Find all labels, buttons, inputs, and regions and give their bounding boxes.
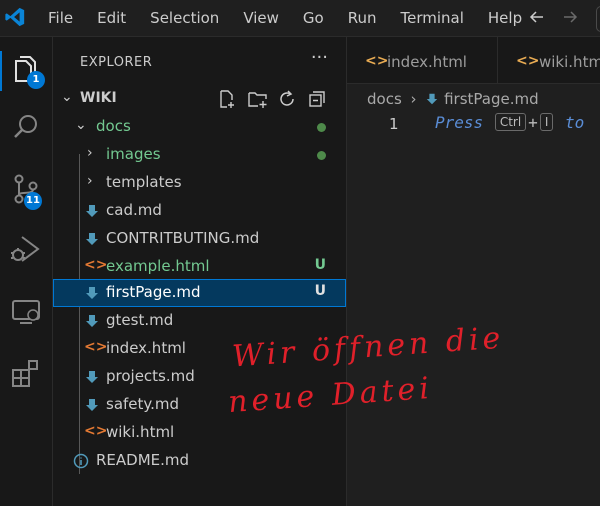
- menu-run[interactable]: Run: [336, 9, 389, 27]
- explorer-title: EXPLORER: [80, 55, 153, 70]
- tree-item-wiki-html[interactable]: <> wiki.html: [53, 419, 346, 447]
- tree-item-label: index.html: [106, 339, 186, 357]
- menu-edit[interactable]: Edit: [85, 9, 138, 27]
- new-folder-icon[interactable]: [247, 89, 269, 109]
- editor-area[interactable]: docs › firstPage.md 1 Press Ctrl + I to: [347, 84, 600, 506]
- tree-item-images[interactable]: › images: [53, 141, 346, 169]
- more-actions-icon[interactable]: ···: [311, 47, 328, 68]
- title-bar: File Edit Selection View Go Run Terminal…: [0, 0, 600, 37]
- extensions-icon[interactable]: [8, 355, 44, 391]
- menu-terminal[interactable]: Terminal: [389, 9, 476, 27]
- root-folder-label: WIKI: [80, 90, 117, 106]
- tree-item-gtest-md[interactable]: gtest.md: [53, 307, 346, 335]
- tab-label: index.html: [387, 53, 467, 71]
- tree-item-label: cad.md: [106, 201, 162, 219]
- line-number: 1: [389, 115, 399, 133]
- editor-tabs: <> index.html <> wiki.html: [347, 37, 600, 84]
- tree-item-contributing-md[interactable]: CONTRITBUTING.md: [53, 225, 346, 253]
- markdown-file-icon: [86, 233, 98, 245]
- back-arrow-icon[interactable]: [528, 8, 546, 26]
- tree-item-label: projects.md: [106, 367, 195, 385]
- explorer-badge: 1: [27, 71, 45, 89]
- markdown-file-icon: [86, 371, 98, 383]
- search-icon[interactable]: [8, 109, 44, 145]
- tree-item-label: templates: [106, 173, 182, 191]
- remote-explorer-icon[interactable]: [8, 293, 44, 329]
- tree-item-label: images: [106, 145, 161, 163]
- breadcrumb: docs › firstPage.md: [367, 90, 539, 108]
- html-file-icon: <>: [84, 339, 108, 355]
- tree-item-label: safety.md: [106, 395, 180, 413]
- markdown-file-icon: [86, 399, 98, 411]
- html-file-icon: <>: [516, 53, 540, 69]
- markdown-file-icon: [86, 205, 98, 217]
- chevron-right-icon: ›: [87, 173, 93, 189]
- menu-selection[interactable]: Selection: [138, 9, 231, 27]
- root-folder-row[interactable]: ⌄ WIKI: [53, 85, 346, 113]
- kbd-i: I: [539, 113, 554, 131]
- tree-item-cad-md[interactable]: cad.md: [53, 197, 346, 225]
- tree-item-templates[interactable]: › templates: [53, 169, 346, 197]
- markdown-file-icon: [427, 93, 438, 105]
- untracked-status: U: [314, 283, 326, 299]
- source-control-badge: 11: [24, 192, 42, 210]
- chevron-down-icon: ⌄: [75, 117, 87, 133]
- tree-item-label: firstPage.md: [106, 283, 201, 301]
- tree-item-example-html[interactable]: <> example.html U: [53, 253, 346, 281]
- tree-item-label: CONTRITBUTING.md: [106, 229, 260, 247]
- menu-file[interactable]: File: [36, 9, 85, 27]
- tree-item-firstpage-md[interactable]: firstPage.md U: [53, 279, 346, 307]
- tree-item-readme-md[interactable]: README.md: [53, 447, 346, 475]
- breadcrumb-folder[interactable]: docs: [367, 90, 402, 108]
- forward-arrow-icon[interactable]: [561, 8, 579, 26]
- new-file-icon[interactable]: [217, 89, 237, 109]
- refresh-icon[interactable]: [277, 89, 297, 109]
- chevron-right-icon: ›: [87, 145, 93, 161]
- tree-item-label: wiki.html: [106, 423, 175, 441]
- tree-item-docs[interactable]: ⌄ docs: [53, 113, 346, 141]
- tab-label: wiki.html: [539, 53, 600, 71]
- untracked-status: U: [314, 257, 326, 273]
- kbd-ctrl: Ctrl: [494, 113, 527, 131]
- tree-item-label: example.html: [106, 257, 210, 275]
- menu-bar: File Edit Selection View Go Run Terminal…: [36, 0, 534, 36]
- vscode-logo-icon[interactable]: [4, 6, 26, 28]
- search-box-edge[interactable]: [596, 6, 600, 32]
- tree-item-label: docs: [96, 117, 131, 135]
- modified-dot: [317, 123, 326, 132]
- tab-index-html[interactable]: <> index.html: [347, 37, 498, 83]
- kbd-plus: +: [528, 113, 538, 132]
- activity-bar: 1 11: [0, 37, 53, 506]
- modified-dot: [317, 151, 326, 160]
- markdown-file-icon: [86, 315, 98, 327]
- html-file-icon: <>: [365, 53, 389, 69]
- markdown-file-icon: [86, 287, 98, 299]
- explorer-panel: EXPLORER ··· ⌄ WIKI ⌄ docs › images › te…: [53, 37, 347, 506]
- tab-wiki-html[interactable]: <> wiki.html: [498, 37, 600, 83]
- menu-go[interactable]: Go: [291, 9, 336, 27]
- html-file-icon: <>: [84, 423, 108, 439]
- breadcrumb-file[interactable]: firstPage.md: [444, 90, 539, 108]
- chevron-down-icon: ⌄: [61, 89, 73, 105]
- html-file-icon: <>: [84, 257, 108, 273]
- collapse-all-icon[interactable]: [307, 89, 327, 109]
- breadcrumb-separator: ›: [410, 90, 417, 108]
- tree-item-label: gtest.md: [106, 311, 174, 329]
- hint-rest: to: [565, 113, 585, 132]
- active-indicator: [0, 51, 2, 91]
- editor-hint: Press Ctrl + I to: [435, 113, 584, 132]
- tree-item-label: README.md: [96, 451, 190, 469]
- info-icon: [73, 453, 89, 469]
- hint-word: Press: [435, 113, 484, 132]
- menu-view[interactable]: View: [231, 9, 291, 27]
- run-debug-icon[interactable]: [8, 231, 44, 267]
- menu-help[interactable]: Help: [476, 9, 534, 27]
